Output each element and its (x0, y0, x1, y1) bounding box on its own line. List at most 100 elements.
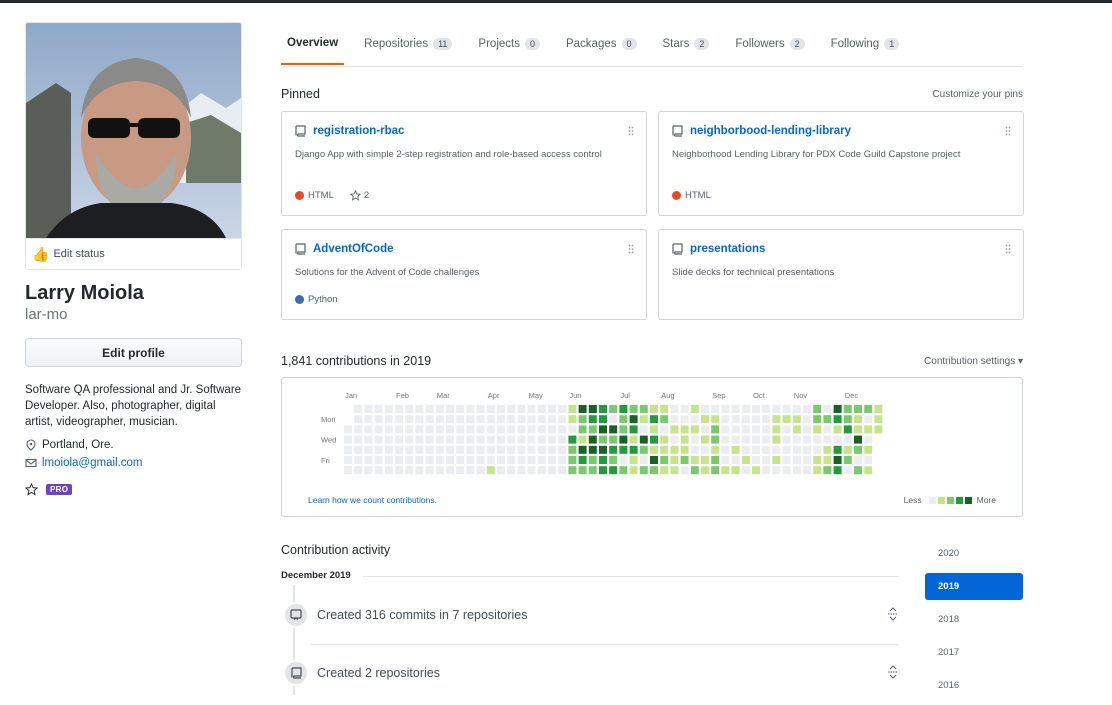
contribution-day[interactable] (650, 456, 658, 464)
contribution-day[interactable] (558, 466, 567, 475)
contribution-day[interactable] (486, 456, 495, 464)
contribution-day[interactable] (680, 405, 689, 413)
contribution-day[interactable] (854, 415, 862, 424)
contribution-day[interactable] (629, 466, 638, 475)
contribution-day[interactable] (599, 415, 607, 424)
contribution-day[interactable] (670, 445, 679, 454)
contribution-day[interactable] (762, 415, 771, 424)
contribution-day[interactable] (395, 425, 403, 434)
contribution-day[interactable] (792, 435, 801, 444)
contribution-day[interactable] (680, 435, 689, 444)
contribution-day[interactable] (629, 425, 638, 434)
contribution-day[interactable] (660, 456, 669, 464)
contribution-day[interactable] (395, 445, 403, 454)
contribution-day[interactable] (599, 425, 607, 434)
drag-handle-icon[interactable] (628, 244, 634, 254)
tab-stars[interactable]: Stars 2 (657, 22, 716, 65)
contribution-day[interactable] (384, 425, 393, 434)
contribution-day[interactable] (874, 405, 883, 413)
contribution-day[interactable] (823, 435, 832, 444)
contribution-day[interactable] (864, 435, 873, 444)
contribution-day[interactable] (364, 425, 373, 434)
contribution-day[interactable] (670, 435, 679, 444)
contribution-day[interactable] (354, 415, 363, 424)
contribution-day[interactable] (558, 456, 567, 464)
contribution-day[interactable] (782, 425, 791, 434)
contribution-day[interactable] (772, 435, 781, 444)
contribution-day[interactable] (823, 415, 832, 424)
contribution-day[interactable] (374, 435, 383, 444)
contribution-day[interactable] (588, 466, 597, 475)
contribution-day[interactable] (721, 445, 730, 454)
learn-contributions-link[interactable]: Learn how we count contributions. (308, 495, 437, 505)
contribution-day[interactable] (782, 466, 791, 475)
contribution-day[interactable] (415, 435, 424, 444)
contribution-day[interactable] (435, 425, 444, 434)
contribution-day[interactable] (517, 425, 526, 434)
contribution-day[interactable] (803, 456, 811, 464)
contribution-day[interactable] (425, 466, 434, 475)
contribution-day[interactable] (864, 445, 873, 454)
contribution-day[interactable] (874, 425, 883, 434)
email-link[interactable]: lmoiola@gmail.com (42, 457, 143, 469)
contribution-day[interactable] (395, 415, 403, 424)
contribution-day[interactable] (476, 415, 485, 424)
contribution-day[interactable] (599, 445, 607, 454)
contribution-day[interactable] (537, 425, 546, 434)
contribution-day[interactable] (537, 405, 546, 413)
contribution-day[interactable] (701, 415, 709, 424)
contribution-day[interactable] (466, 466, 475, 475)
contribution-day[interactable] (772, 466, 781, 475)
contribution-day[interactable] (731, 405, 740, 413)
contribution-day[interactable] (833, 425, 842, 434)
contribution-day[interactable] (364, 415, 373, 424)
contribution-day[interactable] (374, 456, 383, 464)
contribution-day[interactable] (507, 445, 516, 454)
contribution-day[interactable] (833, 445, 842, 454)
contribution-day[interactable] (741, 445, 750, 454)
contribution-day[interactable] (843, 456, 852, 464)
contribution-day[interactable] (415, 456, 424, 464)
contribution-day[interactable] (721, 415, 730, 424)
contribution-day[interactable] (558, 445, 567, 454)
contribution-day[interactable] (446, 425, 454, 434)
contribution-day[interactable] (548, 445, 556, 454)
contribution-day[interactable] (752, 405, 760, 413)
contribution-day[interactable] (405, 456, 414, 464)
contribution-day[interactable] (558, 415, 567, 424)
edit-profile-button[interactable]: Edit profile (25, 338, 242, 367)
contribution-day[interactable] (466, 415, 475, 424)
contribution-day[interactable] (548, 415, 556, 424)
repo-title-link[interactable]: registration-rbac (295, 125, 404, 137)
drag-handle-icon[interactable] (628, 126, 634, 136)
contribution-day[interactable] (568, 456, 577, 464)
contribution-day[interactable] (497, 425, 505, 434)
contribution-day[interactable] (527, 415, 536, 424)
contribution-day[interactable] (843, 405, 852, 413)
activity-summary[interactable]: Created 2 repositories (317, 666, 440, 680)
contribution-day[interactable] (660, 415, 669, 424)
contribution-day[interactable] (619, 445, 628, 454)
contribution-day[interactable] (843, 425, 852, 434)
contribution-day[interactable] (446, 445, 454, 454)
contribution-day[interactable] (772, 445, 781, 454)
contribution-day[interactable] (823, 425, 832, 434)
contribution-day[interactable] (466, 435, 475, 444)
contribution-day[interactable] (486, 425, 495, 434)
contribution-day[interactable] (486, 445, 495, 454)
contribution-day[interactable] (803, 425, 811, 434)
contribution-day[interactable] (670, 456, 679, 464)
contribution-day[interactable] (517, 445, 526, 454)
contribution-day[interactable] (690, 415, 699, 424)
contribution-day[interactable] (486, 435, 495, 444)
contribution-day[interactable] (629, 445, 638, 454)
contribution-day[interactable] (578, 415, 587, 424)
contribution-day[interactable] (588, 405, 597, 413)
contribution-day[interactable] (435, 466, 444, 475)
contribution-day[interactable] (476, 456, 485, 464)
contribution-day[interactable] (670, 466, 679, 475)
contribution-day[interactable] (660, 435, 669, 444)
contribution-day[interactable] (854, 456, 862, 464)
contribution-day[interactable] (599, 466, 607, 475)
contribution-day[interactable] (435, 445, 444, 454)
